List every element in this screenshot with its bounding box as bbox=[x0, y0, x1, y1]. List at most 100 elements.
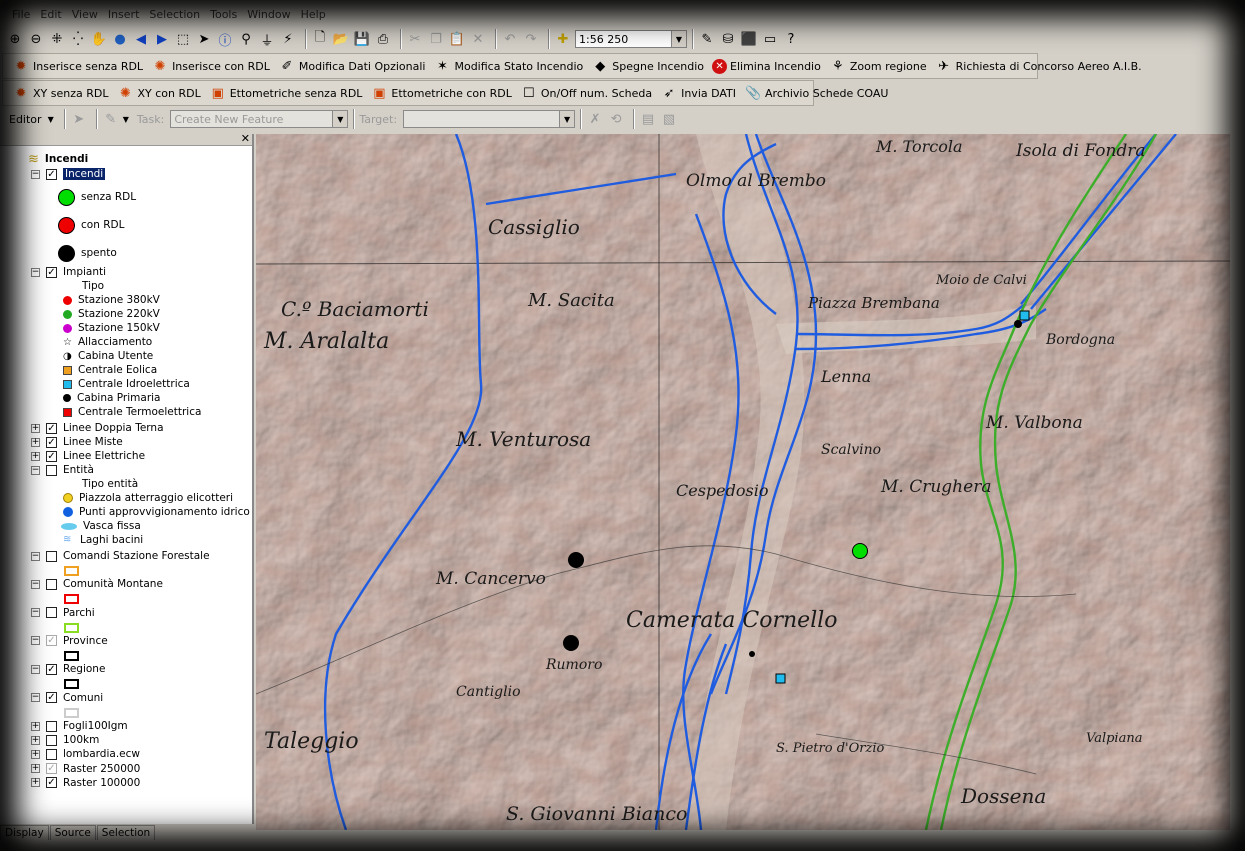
layer-checkbox[interactable]: ✓ bbox=[46, 450, 57, 462]
layer-checkbox[interactable] bbox=[46, 550, 57, 562]
zoom-in-icon[interactable]: ⊕ bbox=[6, 30, 24, 48]
zoom-out-icon[interactable]: ⊖ bbox=[27, 30, 45, 48]
measure-icon[interactable]: ⏚ bbox=[258, 30, 276, 49]
layer-checkbox[interactable]: ✓ bbox=[46, 692, 57, 703]
split-tool-icon[interactable]: ✗ bbox=[586, 110, 604, 128]
zoom-regione-button[interactable]: ⚘ Zoom regione bbox=[826, 55, 930, 77]
incident-senza-rdl-marker[interactable] bbox=[852, 543, 868, 559]
layer-checkbox[interactable] bbox=[46, 464, 57, 476]
expand-icon[interactable]: + bbox=[31, 721, 40, 731]
map-view[interactable]: Cassiglio Olmo al Brembo M. Sacita C.º Baci… bbox=[256, 134, 1230, 830]
new-document-icon[interactable]: 🗋 bbox=[311, 30, 329, 48]
expand-icon[interactable]: + bbox=[31, 778, 40, 788]
add-data-icon[interactable]: ✚ bbox=[554, 30, 572, 48]
pan-hand-icon[interactable]: ✋ bbox=[90, 30, 108, 48]
back-arrow-icon[interactable]: ◀ bbox=[132, 30, 150, 48]
full-extent-globe-icon[interactable]: ● bbox=[111, 30, 129, 48]
map-canvas[interactable]: Cassiglio Olmo al Brembo M. Sacita C.º Baci… bbox=[256, 134, 1230, 830]
redo-icon[interactable]: ↷ bbox=[522, 30, 540, 48]
toc-layer-polygon[interactable]: − Comandi Stazione Forestale bbox=[31, 549, 210, 563]
collapse-icon[interactable]: − bbox=[31, 608, 40, 618]
map-scale-combo[interactable]: 1:56 250 ▼ bbox=[575, 30, 687, 48]
layer-checkbox[interactable]: ✓ bbox=[46, 422, 57, 434]
layer-checkbox[interactable]: ✓ bbox=[46, 266, 57, 278]
menu-file[interactable]: File bbox=[12, 8, 30, 21]
toc-layer-incendi[interactable]: − ✓ Incendi bbox=[31, 167, 106, 181]
layer-checkbox[interactable] bbox=[46, 748, 57, 760]
xy-senza-rdl-button[interactable]: ✹ XY senza RDL bbox=[9, 82, 111, 104]
fixed-zoom-in-icon[interactable]: ⁜ bbox=[48, 30, 66, 48]
toc-layer-raster[interactable]: + ✓ Raster 100000 bbox=[31, 776, 140, 790]
layer-checkbox[interactable] bbox=[46, 607, 57, 619]
menu-help[interactable]: Help bbox=[301, 8, 326, 21]
toc-layer-linee-doppia-terna[interactable]: + ✓ Linee Doppia Terna bbox=[31, 421, 164, 435]
modifica-dati-opzionali-button[interactable]: ✐ Modifica Dati Opzionali bbox=[275, 55, 429, 77]
elimina-incendio-button[interactable]: ✕ Elimina Incendio bbox=[709, 55, 824, 77]
tab-display[interactable]: Display bbox=[0, 825, 49, 840]
arccatalog-icon[interactable]: ⛁ bbox=[719, 30, 737, 48]
toc-layer-raster[interactable]: +100km bbox=[31, 733, 99, 747]
ettometriche-senza-rdl-button[interactable]: ▣ Ettometriche senza RDL bbox=[206, 82, 366, 104]
forward-arrow-icon[interactable]: ▶ bbox=[153, 30, 171, 48]
collapse-icon[interactable]: − bbox=[31, 693, 40, 702]
centrale-idroelettrica-marker[interactable] bbox=[1019, 310, 1030, 321]
on-off-num-scheda-button[interactable]: ☐ On/Off num. Scheda bbox=[517, 82, 655, 104]
chevron-down-icon[interactable]: ▼ bbox=[671, 31, 686, 47]
menu-selection[interactable]: Selection bbox=[149, 8, 200, 21]
toc-layer-polygon[interactable]: − Parchi bbox=[31, 606, 95, 620]
arctoolbox-icon[interactable]: ⬛ bbox=[740, 30, 758, 48]
menu-insert[interactable]: Insert bbox=[108, 8, 140, 21]
print-icon[interactable]: ⎙ bbox=[374, 30, 392, 48]
toc-layer-raster[interactable]: + lombardia.ecw bbox=[31, 747, 140, 761]
tab-selection[interactable]: Selection bbox=[96, 825, 156, 840]
target-combo[interactable]: ▼ bbox=[403, 110, 576, 128]
save-icon[interactable]: 💾 bbox=[353, 30, 371, 48]
find-binoculars-icon[interactable]: ⚲ bbox=[237, 30, 255, 48]
undo-icon[interactable]: ↶ bbox=[501, 30, 519, 48]
paste-icon[interactable]: 📋 bbox=[448, 30, 466, 48]
toc-layer-raster[interactable]: + ✓ Raster 250000 bbox=[31, 762, 140, 776]
chevron-down-icon[interactable]: ▼ bbox=[559, 111, 575, 127]
expand-icon[interactable]: + bbox=[31, 749, 40, 759]
layer-checkbox[interactable]: ✓ bbox=[46, 436, 57, 448]
archivio-schede-coau-button[interactable]: 📎 Archivio Schede COAU bbox=[741, 82, 891, 104]
delete-x-icon[interactable]: ✕ bbox=[469, 30, 487, 48]
rotate-tool-icon[interactable]: ⟲ bbox=[607, 110, 625, 128]
select-elements-arrow-icon[interactable]: ➤ bbox=[195, 30, 213, 48]
sketch-pencil-icon[interactable]: ✎ bbox=[102, 110, 120, 128]
chevron-down-icon[interactable]: ▼ bbox=[332, 111, 348, 127]
collapse-icon[interactable]: − bbox=[31, 636, 40, 646]
layer-checkbox[interactable]: ✓ bbox=[46, 635, 57, 647]
layer-checkbox[interactable] bbox=[46, 720, 57, 732]
menu-window[interactable]: Window bbox=[247, 8, 290, 21]
toc-layer-polygon[interactable]: − ✓ Province bbox=[31, 634, 108, 648]
toc-layer-polygon[interactable]: − ✓ Comuni bbox=[31, 691, 103, 705]
layer-checkbox[interactable]: ✓ bbox=[46, 663, 57, 675]
sketch-properties-icon[interactable]: ▧ bbox=[660, 110, 678, 128]
toc-layer-linee-miste[interactable]: + ✓ Linee Miste bbox=[31, 435, 123, 449]
modifica-stato-incendio-button[interactable]: ✶ Modifica Stato Incendio bbox=[430, 55, 586, 77]
close-icon[interactable]: ✕ bbox=[241, 134, 250, 145]
menu-edit[interactable]: Edit bbox=[40, 8, 61, 21]
select-features-icon[interactable]: ⬚ bbox=[174, 30, 192, 48]
collapse-icon[interactable]: − bbox=[31, 551, 40, 561]
centrale-idroelettrica-marker[interactable] bbox=[775, 673, 786, 684]
expand-icon[interactable]: + bbox=[31, 735, 40, 745]
layer-checkbox[interactable] bbox=[46, 734, 57, 746]
identify-icon[interactable]: ⓘ bbox=[216, 30, 234, 49]
cabina-primaria-marker[interactable] bbox=[749, 651, 755, 657]
expand-icon[interactable]: + bbox=[31, 437, 40, 447]
layer-checkbox[interactable]: ✓ bbox=[46, 777, 57, 789]
toc-root[interactable]: ≋ Incendi bbox=[28, 152, 88, 167]
editor-menu-button[interactable]: Editor ▼ bbox=[6, 108, 57, 130]
invia-dati-button[interactable]: ➶ Invia DATI bbox=[657, 82, 739, 104]
xy-con-rdl-button[interactable]: ✺ XY con RDL bbox=[113, 82, 203, 104]
toc-layer-impianti[interactable]: − ✓ Impianti bbox=[31, 265, 106, 279]
collapse-icon[interactable]: − bbox=[31, 579, 40, 589]
open-folder-icon[interactable]: 📂 bbox=[332, 30, 350, 48]
tab-source[interactable]: Source bbox=[49, 825, 96, 840]
collapse-icon[interactable]: − bbox=[31, 664, 40, 674]
collapse-icon[interactable]: − bbox=[31, 267, 40, 277]
layer-checkbox[interactable]: ✓ bbox=[46, 168, 57, 180]
collapse-icon[interactable]: − bbox=[31, 465, 40, 475]
